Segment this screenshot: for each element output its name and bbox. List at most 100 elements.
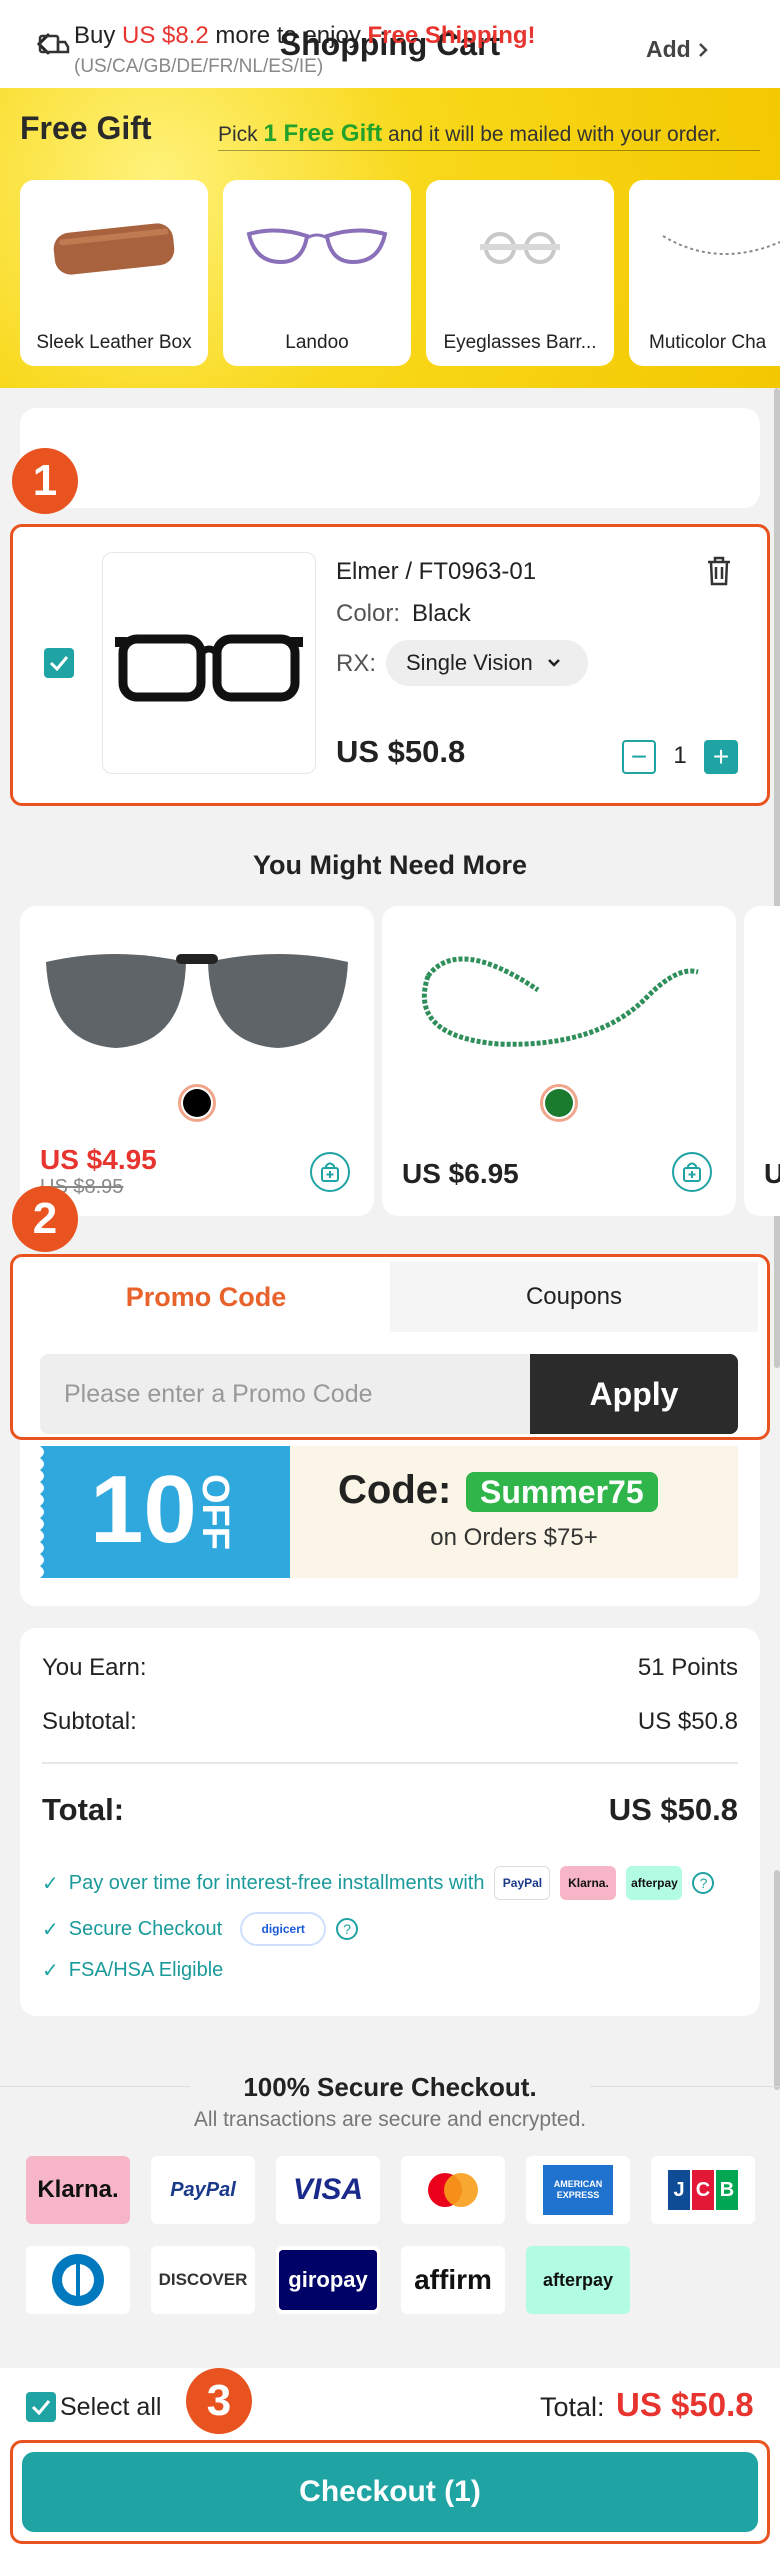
recommendation-card[interactable]: U <box>744 906 780 1216</box>
gift-name: Eyeglasses Barr... <box>443 332 597 353</box>
check-icon: ✓ <box>42 1918 59 1941</box>
bottom-total-label: Total: <box>540 2392 605 2422</box>
afterpay-chip: afterpay <box>626 1866 683 1900</box>
gift-name: Sleek Leather Box <box>36 332 192 353</box>
free-gift-title: Free Gift <box>20 110 152 146</box>
select-all-checkbox[interactable] <box>26 2392 56 2422</box>
gift-card-landoo[interactable]: Landoo <box>223 180 411 366</box>
add-to-bag-icon[interactable] <box>672 1152 712 1192</box>
earn-label: You Earn: <box>42 1654 147 1681</box>
quantity-decrease-button[interactable]: − <box>622 740 656 774</box>
bottom-total-value: US $50.8 <box>616 2386 754 2423</box>
divider <box>218 150 760 151</box>
select-all-label[interactable]: Select all <box>60 2393 161 2422</box>
checkout-button[interactable]: Checkout (1) <box>22 2452 758 2532</box>
free-shipping-text: Buy US $8.2 more to enjoy Free Shipping! <box>74 22 536 49</box>
affirm-logo: affirm <box>401 2246 505 2314</box>
truck-icon <box>38 32 70 65</box>
gift-card-muticolor-chain[interactable]: Muticolor Cha <box>629 180 780 366</box>
discover-logo: DISCOVER <box>151 2246 255 2314</box>
scrollbar[interactable] <box>774 1870 780 2090</box>
diners-club-logo <box>26 2246 130 2314</box>
chevron-down-icon <box>547 659 560 667</box>
step-badge-1: 1 <box>12 448 78 514</box>
step-badge-3: 3 <box>186 2368 252 2434</box>
help-icon[interactable]: ? <box>336 1918 359 1940</box>
recommendations-title: You Might Need More <box>253 850 527 880</box>
quantity-increase-button[interactable]: + <box>704 740 738 774</box>
subtotal-value: US $50.8 <box>637 1708 738 1735</box>
checkmark-icon <box>31 2400 51 2415</box>
klarna-chip: Klarna. <box>560 1866 617 1900</box>
mastercard-logo <box>401 2156 505 2224</box>
rx-select[interactable]: Single Vision <box>386 640 588 686</box>
tab-promo-code[interactable]: Promo Code <box>22 1262 390 1332</box>
total-label: Total: <box>42 1792 125 1827</box>
promo-code-input[interactable] <box>40 1354 532 1434</box>
rx-label: RX: <box>336 650 377 677</box>
total-value: US $50.8 <box>608 1792 738 1827</box>
gift-card-sleek-leather-box[interactable]: Sleek Leather Box <box>20 180 208 366</box>
gift-name: Muticolor Cha <box>649 332 767 353</box>
recommendation-card[interactable]: US $6.95 <box>382 906 736 1216</box>
secure-checkout-feature: ✓ Secure Checkout digicert ? <box>42 1912 359 1946</box>
add-to-bag-icon[interactable] <box>310 1152 350 1192</box>
amex-logo: AMERICAN EXPRESS <box>526 2156 630 2224</box>
product-price: US $50.8 <box>336 734 466 769</box>
gift-card-eyeglasses-barrette[interactable]: Eyeglasses Barr... <box>426 180 614 366</box>
coupon-code-label: Code: <box>338 1468 452 1512</box>
free-gift-section: Free Gift Pick 1 Free Gift and it will b… <box>0 88 780 388</box>
add-more-link[interactable]: Add <box>646 36 709 63</box>
clip-on-sunglasses-image <box>46 954 348 1048</box>
jcb-logo: J C B <box>651 2156 755 2224</box>
cat-eye-glasses-image <box>246 228 388 265</box>
sale-price: US $4.95 <box>40 1144 157 1175</box>
klarna-logo: Klarna. <box>26 2156 130 2224</box>
coupon-code-value[interactable]: Summer75 <box>466 1472 658 1512</box>
coupon-percentage: 10 <box>90 1456 197 1563</box>
quantity-value: 1 <box>673 742 687 769</box>
fsa-hsa-feature: ✓ FSA/HSA Eligible <box>42 1959 224 1982</box>
visa-logo: VISA <box>276 2156 380 2224</box>
recommendation-card[interactable]: US $4.95 US $8.95 <box>20 906 374 1216</box>
paypal-chip: PayPal <box>494 1866 551 1900</box>
help-icon[interactable]: ? <box>692 1872 715 1894</box>
color-swatch[interactable] <box>540 1084 578 1122</box>
black-glasses-image <box>115 634 303 702</box>
check-icon: ✓ <box>42 1960 59 1982</box>
tab-coupons[interactable]: Coupons <box>390 1262 758 1332</box>
product-image[interactable] <box>102 552 316 774</box>
product-name: Elmer / FT0963-01 <box>336 558 537 585</box>
item-checkbox[interactable] <box>44 648 74 678</box>
subtotal-label: Subtotal: <box>42 1708 137 1735</box>
product-price: U <box>764 1158 780 1189</box>
gift-name: Landoo <box>285 332 349 353</box>
digicert-badge: digicert <box>240 1912 327 1946</box>
chain-image <box>662 235 780 255</box>
beaded-chain-image <box>421 956 699 1047</box>
leather-box-image <box>53 223 175 275</box>
secure-checkout-subtitle: All transactions are secure and encrypte… <box>193 2108 587 2131</box>
barrette-image <box>480 232 560 264</box>
coupon-off-label: OFF <box>194 1474 236 1550</box>
checkmark-icon <box>49 656 69 671</box>
color-swatch[interactable] <box>178 1084 216 1122</box>
installments-feature: ✓ Pay over time for interest-free instal… <box>42 1866 715 1900</box>
ticket-edge <box>32 1446 44 1578</box>
trash-icon[interactable] <box>704 555 734 592</box>
free-shipping-banner <box>20 408 760 508</box>
giropay-logo: giropay <box>276 2246 380 2314</box>
earn-value: 51 Points <box>637 1654 738 1681</box>
check-icon: ✓ <box>42 1872 59 1895</box>
product-price: US $6.95 <box>402 1158 519 1189</box>
apply-button[interactable]: Apply <box>530 1354 738 1434</box>
product-color: Color: Black <box>336 600 471 627</box>
afterpay-logo: afterpay <box>526 2246 630 2314</box>
step-badge-2: 2 <box>12 1186 78 1252</box>
shipping-regions: (US/CA/GB/DE/FR/NL/ES/IE) <box>74 56 324 77</box>
secure-checkout-title: 100% Secure Checkout. <box>243 2072 537 2102</box>
coupon-condition: on Orders $75+ <box>430 1524 598 1551</box>
chevron-right-icon <box>699 43 708 57</box>
free-gift-subtitle: Pick 1 Free Gift and it will be mailed w… <box>218 120 721 147</box>
divider <box>42 1762 738 1764</box>
